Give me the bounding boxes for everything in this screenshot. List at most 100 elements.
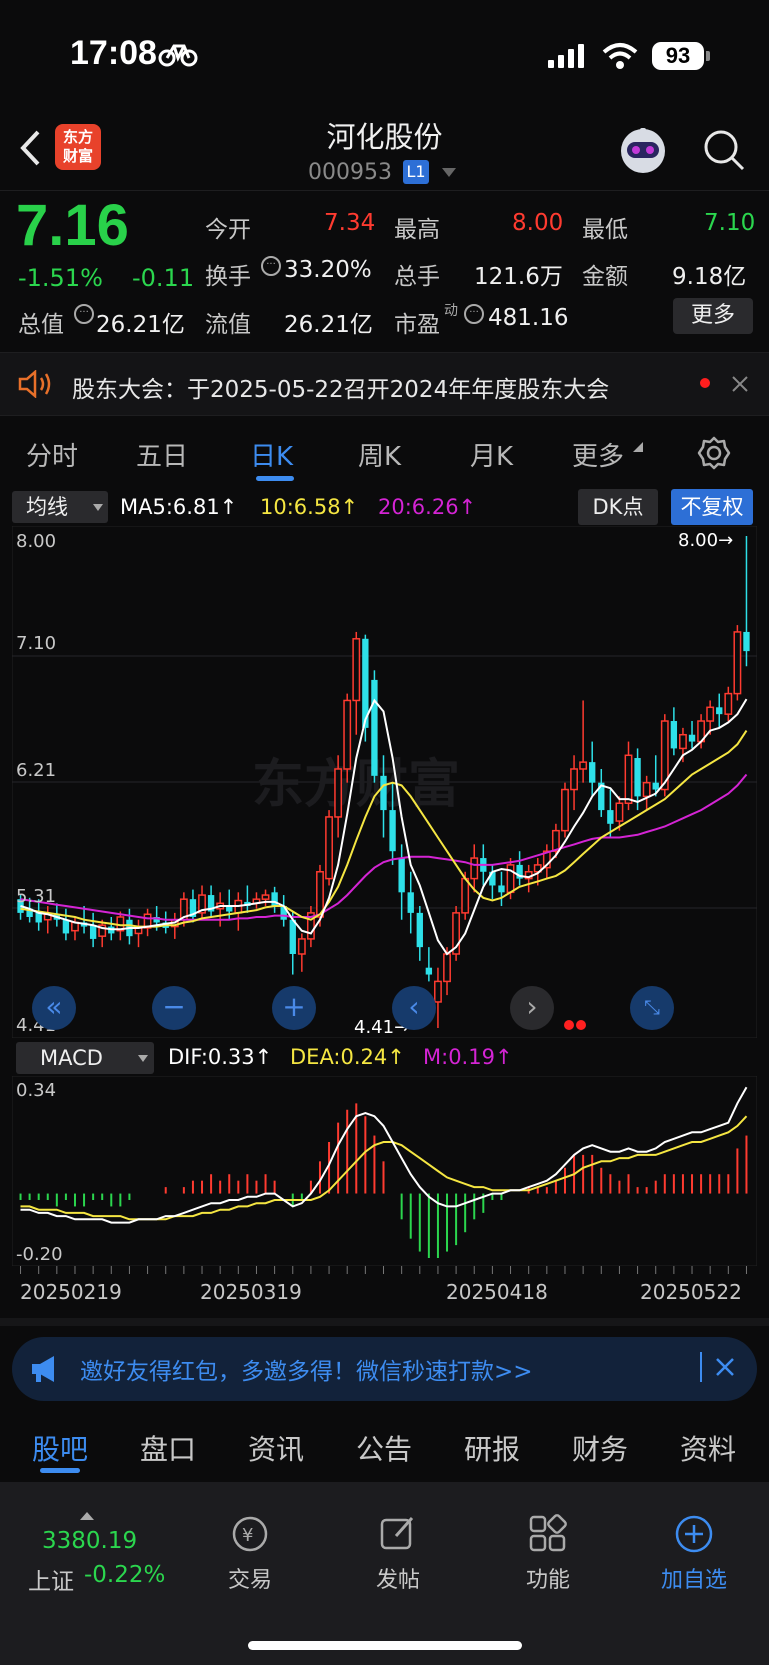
candle-body — [506, 864, 515, 894]
index-name[interactable]: 上证 — [28, 1562, 74, 1596]
candle-body — [570, 768, 578, 791]
tab-announcements[interactable]: 公告 — [356, 1428, 412, 1468]
wifi-icon — [602, 43, 638, 69]
function-label[interactable]: 功能 — [488, 1562, 608, 1594]
pe-sup: 动 — [444, 303, 458, 319]
macd-chart[interactable] — [12, 1076, 757, 1266]
function-grid-icon[interactable] — [528, 1514, 568, 1554]
trade-icon[interactable]: ¥ — [228, 1514, 272, 1554]
index-value[interactable]: 3380.19 — [42, 1528, 137, 1554]
candle-body — [615, 802, 624, 822]
ma5-label: MA5:6.81↑ — [120, 495, 238, 519]
tab-finance[interactable]: 财务 — [572, 1428, 628, 1468]
separator — [700, 1352, 702, 1382]
candle-body — [716, 707, 723, 715]
candle-body — [398, 858, 405, 893]
candle-body — [670, 721, 678, 749]
candle-body — [380, 775, 387, 811]
date-label: 20250219 — [20, 1280, 122, 1304]
price-axis-4: 5.31 — [16, 886, 57, 907]
tab-monthly-k[interactable]: 月K — [470, 436, 513, 473]
volume-label: 总手 — [394, 264, 440, 290]
robot-assistant-icon[interactable] — [618, 126, 668, 176]
tab-intraday[interactable]: 分时 — [26, 436, 78, 473]
mktcap-label: 总值 — [18, 312, 64, 338]
amount-value: 9.18亿 — [672, 264, 747, 290]
dk-point-button[interactable]: DK点 — [578, 489, 658, 525]
scroll-right-icon[interactable]: › — [510, 986, 554, 1030]
caret-up-icon — [80, 1512, 94, 1520]
event-dot[interactable] — [576, 1020, 586, 1030]
zoom-out-icon[interactable]: − — [152, 986, 196, 1030]
tab-pankou[interactable]: 盘口 — [140, 1428, 196, 1468]
candle-body — [624, 754, 633, 804]
tab-news[interactable]: 资讯 — [248, 1428, 304, 1468]
candle-body — [343, 699, 352, 770]
trade-label[interactable]: 交易 — [190, 1562, 310, 1594]
info-icon[interactable]: ··· — [74, 304, 94, 324]
candle-body — [470, 857, 479, 880]
battery-tip — [706, 51, 710, 61]
high-value: 8.00 — [512, 210, 564, 236]
level-badge[interactable]: L1 — [403, 160, 429, 184]
tab-more[interactable]: 更多 — [572, 436, 624, 473]
max-annotation: 8.00→ — [678, 530, 734, 551]
more-button[interactable]: 更多 — [673, 298, 753, 334]
candle-body — [561, 788, 569, 832]
bicycle-icon — [158, 44, 198, 67]
float-label: 流值 — [205, 312, 251, 338]
corner-caret-icon — [633, 442, 643, 452]
date-ticks — [20, 1266, 747, 1274]
edit-post-icon[interactable] — [378, 1514, 418, 1554]
close-icon[interactable] — [732, 376, 748, 392]
settings-icon[interactable] — [697, 436, 731, 470]
kline-chart[interactable]: 东方财富 — [12, 526, 757, 1038]
add-watchlist-icon[interactable] — [674, 1514, 714, 1554]
macd-select[interactable]: MACD — [16, 1042, 154, 1074]
notice-text[interactable]: 股东大会：于2025-05-22召开2024年年度股东大会 — [72, 370, 609, 404]
date-label: 20250319 — [200, 1280, 302, 1304]
fullscreen-icon[interactable]: ⤡ — [630, 986, 674, 1030]
turnover-value: 33.20% — [284, 257, 372, 283]
tab-guba[interactable]: 股吧 — [32, 1428, 88, 1468]
tab-five-day[interactable]: 五日 — [136, 436, 188, 473]
candle-body — [261, 894, 270, 900]
candle-body — [733, 631, 742, 695]
info-icon[interactable]: ··· — [464, 304, 484, 324]
caret-down-icon[interactable] — [442, 168, 456, 178]
date-label: 20250418 — [446, 1280, 548, 1304]
home-indicator — [248, 1641, 522, 1650]
scroll-left-icon[interactable]: ‹ — [392, 986, 436, 1030]
invite-text[interactable]: 邀好友得红包，多邀多得！微信秒速打款>> — [80, 1352, 533, 1386]
open-value: 7.34 — [324, 210, 376, 236]
scroll-left-fast-icon[interactable]: « — [32, 986, 76, 1030]
candle-body — [297, 938, 306, 955]
index-change[interactable]: -0.22% — [84, 1562, 165, 1588]
candle-body — [724, 692, 733, 715]
price-axis-2: 7.10 — [16, 633, 57, 654]
change-percent: -1.51% — [18, 264, 103, 292]
info-icon[interactable]: ··· — [261, 256, 281, 276]
candle-body — [35, 912, 42, 923]
macd-select-label: MACD — [40, 1046, 103, 1070]
tab-profile[interactable]: 资料 — [680, 1428, 736, 1468]
add-watchlist-label[interactable]: 加自选 — [634, 1562, 754, 1594]
tab-research[interactable]: 研报 — [464, 1428, 520, 1468]
active-tab-indicator — [256, 476, 294, 481]
candle-body — [589, 762, 596, 783]
candle-body — [371, 679, 378, 776]
tab-daily-k[interactable]: 日K — [250, 436, 293, 473]
event-dot[interactable] — [564, 1020, 574, 1030]
fuquan-button[interactable]: 不复权 — [671, 489, 753, 525]
candle-body — [325, 816, 333, 880]
post-label[interactable]: 发帖 — [338, 1562, 458, 1594]
megaphone-icon — [32, 1356, 54, 1382]
search-icon[interactable] — [702, 128, 746, 172]
candle-body — [498, 885, 505, 893]
ma20-label: 20:6.26↑ — [378, 495, 477, 519]
high-label: 最高 — [394, 217, 440, 243]
candle-body — [389, 810, 396, 852]
tab-weekly-k[interactable]: 周K — [358, 436, 401, 473]
close-icon[interactable] — [716, 1358, 734, 1376]
zoom-in-icon[interactable]: + — [272, 986, 316, 1030]
